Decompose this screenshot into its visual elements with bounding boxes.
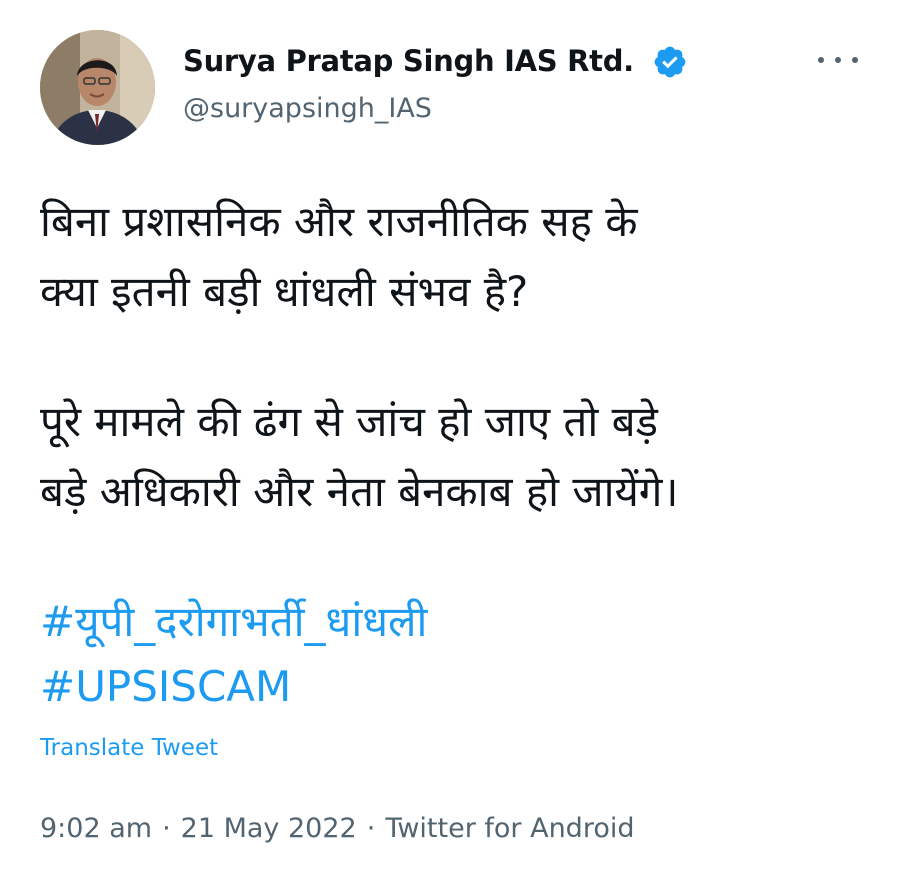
more-dot bbox=[835, 57, 841, 63]
translate-tweet-link[interactable]: Translate Tweet bbox=[40, 735, 218, 761]
more-options-icon[interactable] bbox=[818, 48, 858, 72]
tweet-text-line: क्या इतनी बड़ी धांधली संभव है? bbox=[40, 267, 529, 316]
meta-separator: · bbox=[366, 813, 376, 844]
more-dot bbox=[818, 57, 824, 63]
verified-badge-icon bbox=[652, 44, 688, 80]
avatar[interactable] bbox=[40, 30, 155, 145]
more-dot bbox=[852, 57, 858, 63]
tweet-time[interactable]: 9:02 am bbox=[40, 813, 152, 844]
tweet-date[interactable]: 21 May 2022 bbox=[181, 813, 357, 844]
meta-separator: · bbox=[162, 813, 171, 844]
tweet-card: Surya Pratap Singh IAS Rtd. @suryapsingh… bbox=[0, 0, 900, 881]
tweet-text-line: बिना प्रशासनिक और राजनीतिक सह के bbox=[40, 197, 638, 246]
tweet-source[interactable]: Twitter for Android bbox=[385, 813, 634, 844]
tweet-meta: 9:02 am · 21 May 2022 · Twitter for Android bbox=[40, 813, 634, 844]
author-display-name[interactable]: Surya Pratap Singh IAS Rtd. bbox=[183, 44, 634, 78]
tweet-text-line: पूरे मामले की ढंग से जांच हो जाए तो बड़े bbox=[40, 397, 659, 446]
hashtag-link[interactable]: #UPSISCAM bbox=[40, 662, 291, 711]
hashtag-link[interactable]: #यूपी_दरोगाभर्ती_धांधली bbox=[40, 592, 427, 649]
author-handle[interactable]: @suryapsingh_IAS bbox=[183, 93, 432, 124]
avatar-photo bbox=[40, 30, 155, 145]
tweet-text-line: बड़े अधिकारी और नेता बेनकाब हो जायेंगे। bbox=[40, 467, 679, 516]
